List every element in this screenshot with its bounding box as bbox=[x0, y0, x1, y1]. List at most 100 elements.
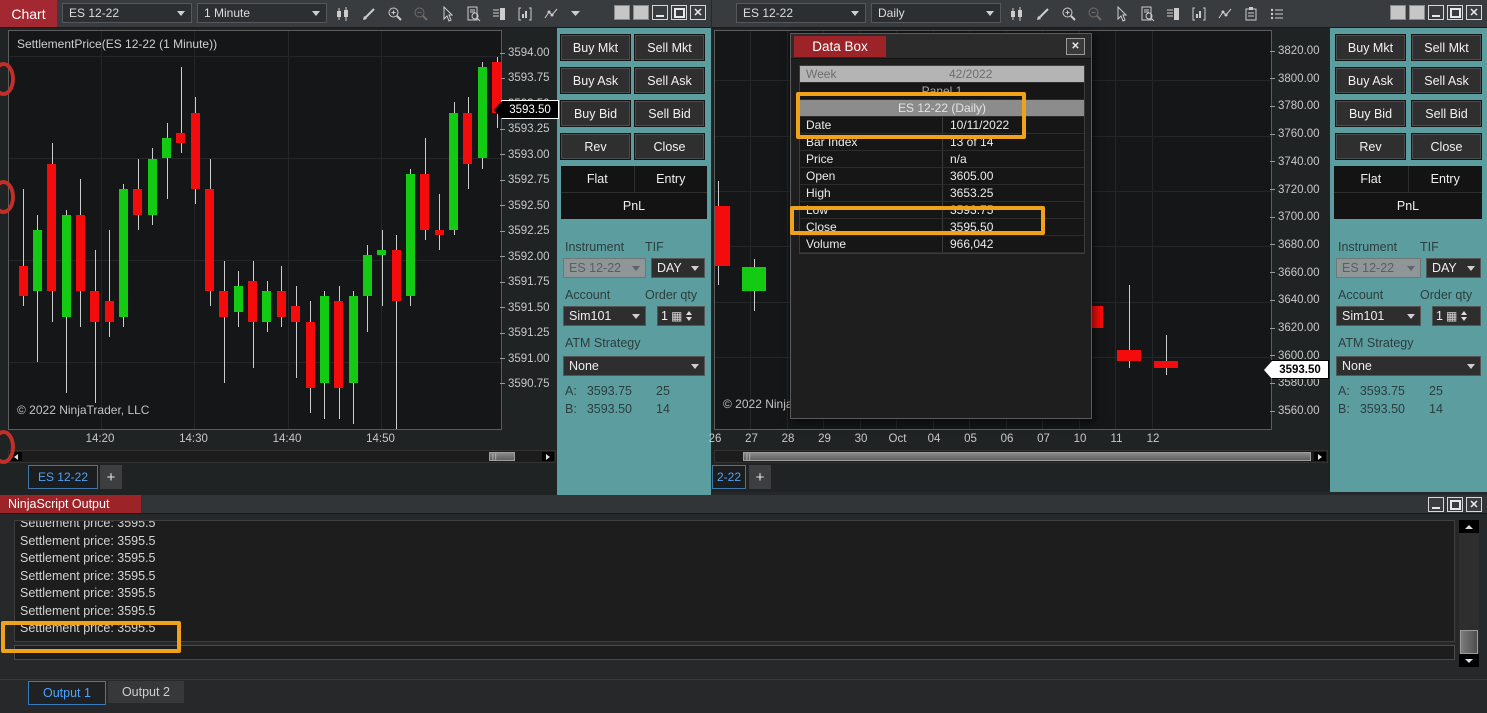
workspace-icon[interactable] bbox=[1390, 5, 1406, 20]
account-dropdown[interactable]: Sim101 bbox=[1336, 306, 1421, 326]
sell-ask-button[interactable]: Sell Ask bbox=[1411, 67, 1482, 94]
buy-bid-button[interactable]: Buy Bid bbox=[1335, 100, 1406, 127]
workspace-icon[interactable] bbox=[614, 5, 630, 20]
hscroll-thumb[interactable]: || bbox=[743, 452, 1311, 461]
right-chart-hscrollbar[interactable]: || bbox=[714, 450, 1328, 463]
calculator-icon[interactable] bbox=[671, 309, 682, 323]
indicators-icon[interactable] bbox=[542, 5, 560, 23]
zoom-in-icon[interactable] bbox=[1060, 5, 1078, 23]
tab-es-12-22[interactable]: 2-22 bbox=[712, 465, 746, 489]
reverse-button[interactable]: Rev bbox=[1335, 133, 1406, 160]
maximize-icon[interactable] bbox=[1447, 497, 1463, 512]
data-box-icon[interactable] bbox=[464, 5, 482, 23]
interval-dropdown[interactable]: Daily bbox=[871, 3, 1001, 23]
chevron-down-icon bbox=[691, 265, 699, 271]
quantity-stepper[interactable]: 1 bbox=[657, 306, 705, 326]
instrument-dropdown[interactable]: ES 12-22 bbox=[736, 3, 866, 23]
left-time-axis[interactable]: 14:20 14:30 14:40 14:50 bbox=[8, 430, 500, 448]
spinner-icon[interactable] bbox=[686, 311, 693, 321]
chart-style-icon[interactable] bbox=[334, 5, 352, 23]
output-input-field[interactable] bbox=[14, 645, 1455, 660]
sell-mkt-button[interactable]: Sell Mkt bbox=[1411, 34, 1482, 61]
reverse-button[interactable]: Rev bbox=[560, 133, 631, 160]
toolbar-caret-down-icon[interactable] bbox=[570, 5, 582, 23]
minimize-icon[interactable] bbox=[652, 5, 668, 20]
data-series-icon[interactable] bbox=[516, 5, 534, 23]
quantity-stepper[interactable]: 1 bbox=[1432, 306, 1481, 326]
atm-strategy-dropdown[interactable]: None bbox=[1336, 356, 1481, 376]
maximize-icon[interactable] bbox=[671, 5, 687, 20]
flat-indicator: Flat bbox=[1360, 172, 1382, 186]
databox-row: Week 42/2022 bbox=[800, 66, 1084, 83]
add-tab-button[interactable]: + bbox=[100, 465, 122, 489]
chart-trader-panel: Buy Mkt Sell Mkt Buy Ask Sell Ask Buy Bi… bbox=[557, 28, 711, 495]
buy-ask-button[interactable]: Buy Ask bbox=[1335, 67, 1406, 94]
zoom-in-icon[interactable] bbox=[386, 5, 404, 23]
databox-row-value: 42/2022 bbox=[949, 67, 993, 81]
close-icon[interactable]: ✕ bbox=[690, 5, 706, 20]
scroll-right-icon[interactable] bbox=[542, 452, 554, 461]
minimize-icon[interactable] bbox=[1428, 497, 1444, 512]
atm-strategy-dropdown[interactable]: None bbox=[563, 356, 705, 376]
hscroll-thumb[interactable]: || bbox=[489, 452, 515, 461]
right-time-axis[interactable]: 26 27 28 29 30 Oct 04 05 06 07 10 11 12 bbox=[709, 430, 1270, 448]
cursor-icon[interactable] bbox=[438, 5, 456, 23]
vscroll-thumb[interactable] bbox=[1460, 630, 1478, 654]
output-line: Settlement price: 3595.5 bbox=[20, 533, 156, 548]
zoom-out-icon[interactable] bbox=[412, 5, 430, 23]
databox-titlebar[interactable]: Data Box ✕ bbox=[791, 34, 1091, 59]
chart-trader-panel-icon[interactable] bbox=[1164, 5, 1182, 23]
zoom-out-icon[interactable] bbox=[1086, 5, 1104, 23]
chart-style-icon[interactable] bbox=[1008, 5, 1026, 23]
output-log-area[interactable]: Settlement price: 3595.5 Settlement price… bbox=[14, 520, 1455, 642]
close-icon[interactable]: ✕ bbox=[1066, 38, 1085, 55]
buy-bid-button[interactable]: Buy Bid bbox=[560, 100, 631, 127]
workspace-icon[interactable] bbox=[1409, 5, 1425, 20]
close-position-button[interactable]: Close bbox=[1411, 133, 1482, 160]
sell-ask-button[interactable]: Sell Ask bbox=[634, 67, 705, 94]
data-series-icon[interactable] bbox=[1190, 5, 1208, 23]
strategies-icon[interactable] bbox=[1242, 5, 1260, 23]
output-tab-output-1[interactable]: Output 1 bbox=[28, 681, 106, 705]
properties-list-icon[interactable] bbox=[1268, 5, 1286, 23]
interval-dropdown[interactable]: 1 Minute bbox=[197, 3, 327, 23]
sell-bid-button[interactable]: Sell Bid bbox=[1411, 100, 1482, 127]
minimize-icon[interactable] bbox=[1428, 5, 1444, 20]
output-tab-output-2[interactable]: Output 2 bbox=[107, 681, 184, 703]
calculator-icon[interactable] bbox=[1446, 309, 1457, 323]
add-tab-button[interactable]: + bbox=[749, 465, 771, 489]
right-price-axis[interactable]: 3593.50 3820.00 3800.00 3780.00 3760.00 3740… bbox=[1264, 30, 1329, 428]
close-icon[interactable]: ✕ bbox=[1466, 5, 1482, 20]
spinner-icon[interactable] bbox=[1461, 311, 1468, 321]
left-price-axis[interactable]: 3593.50 3594.003593.753593.503593.253593… bbox=[494, 30, 559, 428]
output-vscrollbar[interactable] bbox=[1459, 520, 1479, 667]
window-title-tab[interactable]: Chart bbox=[0, 0, 57, 27]
buy-mkt-button[interactable]: Buy Mkt bbox=[560, 34, 631, 61]
scroll-right-icon[interactable] bbox=[1314, 452, 1326, 461]
left-chart-hscrollbar[interactable]: || bbox=[8, 450, 556, 463]
draw-tool-icon[interactable] bbox=[360, 5, 378, 23]
maximize-icon[interactable] bbox=[1447, 5, 1463, 20]
tif-dropdown[interactable]: DAY bbox=[1426, 258, 1481, 278]
tab-es-12-22[interactable]: ES 12-22 bbox=[28, 465, 98, 489]
scroll-up-icon[interactable] bbox=[1459, 520, 1479, 533]
tif-dropdown[interactable]: DAY bbox=[651, 258, 705, 278]
left-chart-plot[interactable]: SettlementPrice(ES 12-22 (1 Minute)) © 2… bbox=[8, 30, 502, 430]
buy-mkt-button[interactable]: Buy Mkt bbox=[1335, 34, 1406, 61]
sell-bid-button[interactable]: Sell Bid bbox=[634, 100, 705, 127]
instrument-dropdown[interactable]: ES 12-22 bbox=[62, 3, 192, 23]
close-icon[interactable]: ✕ bbox=[1466, 497, 1482, 512]
workspace-icon[interactable] bbox=[633, 5, 649, 20]
chart-trader-panel-icon[interactable] bbox=[490, 5, 508, 23]
cursor-icon[interactable] bbox=[1112, 5, 1130, 23]
data-box-icon[interactable] bbox=[1138, 5, 1156, 23]
price-marker-arrow-icon bbox=[494, 101, 502, 119]
output-titlebar[interactable]: NinjaScript Output ✕ bbox=[0, 495, 1487, 514]
sell-mkt-button[interactable]: Sell Mkt bbox=[634, 34, 705, 61]
buy-ask-button[interactable]: Buy Ask bbox=[560, 67, 631, 94]
close-position-button[interactable]: Close bbox=[634, 133, 705, 160]
scroll-down-icon[interactable] bbox=[1459, 654, 1479, 667]
account-dropdown[interactable]: Sim101 bbox=[563, 306, 646, 326]
indicators-icon[interactable] bbox=[1216, 5, 1234, 23]
draw-tool-icon[interactable] bbox=[1034, 5, 1052, 23]
